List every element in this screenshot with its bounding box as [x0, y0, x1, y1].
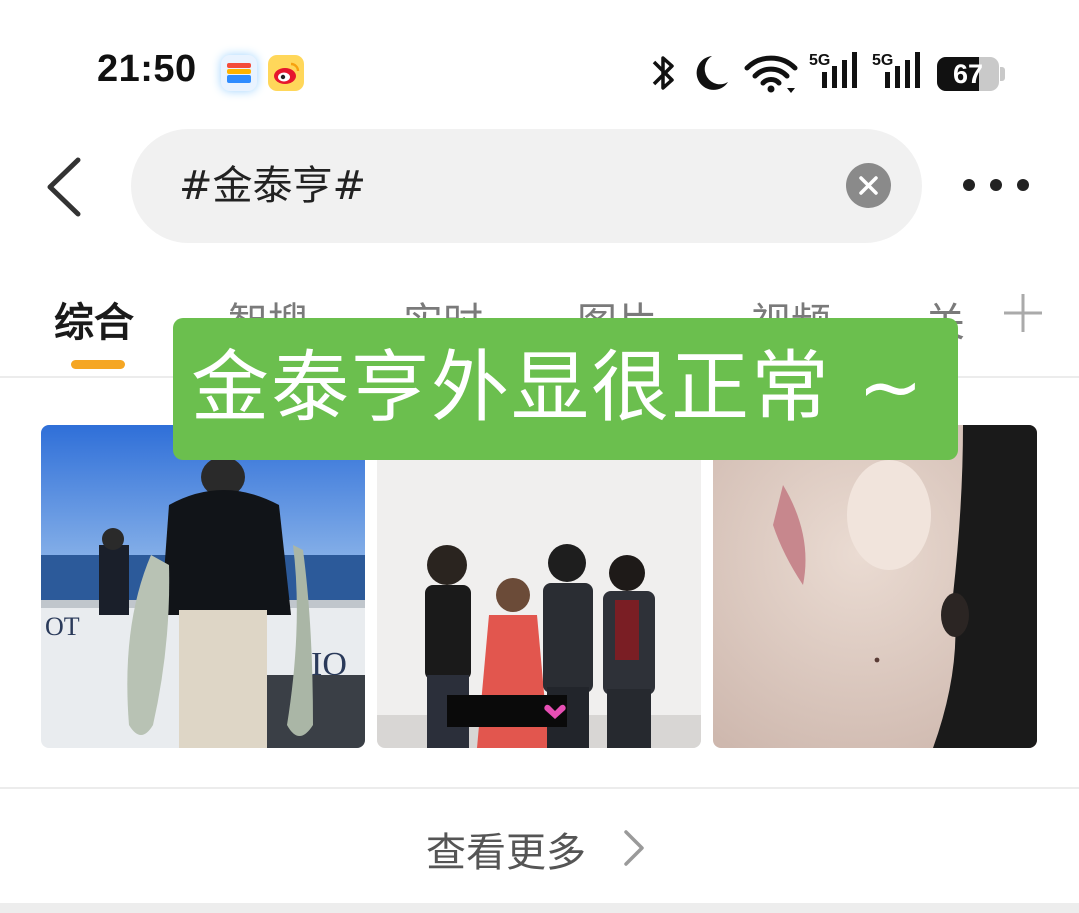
wifi-icon [743, 48, 799, 98]
do-not-disturb-moon-icon [690, 48, 732, 98]
overlay-caption-text: 金泰亨外显很正常 ~ [191, 343, 926, 433]
chevron-right-icon [620, 826, 648, 870]
battery-icon: 67 [937, 57, 1005, 91]
search-result-photo[interactable] [713, 425, 1037, 748]
network-type-label: 5G [809, 52, 830, 69]
network-type-label: 5G [872, 52, 893, 69]
back-button[interactable] [38, 152, 98, 222]
active-tab-indicator [71, 360, 125, 369]
more-dots-icon [963, 179, 1029, 191]
section-separator [0, 903, 1079, 913]
search-input[interactable]: #金泰亨# [131, 129, 922, 243]
divider [0, 787, 1079, 789]
overlay-caption: 金泰亨外显很正常 ~ [173, 318, 958, 460]
cellular-signal-icon: 5G [871, 48, 923, 98]
search-result-photo[interactable]: OT IO [41, 425, 365, 748]
status-bar: 21:50 5G 5G 67 [0, 0, 1079, 130]
photo-face-closeup [713, 425, 1037, 748]
photo-man-holding-fish: OT IO [41, 425, 365, 748]
search-query-text[interactable]: #金泰亨# [179, 159, 366, 213]
plus-icon [1004, 294, 1042, 332]
clear-search-button[interactable] [846, 163, 891, 208]
svg-text:OT: OT [45, 612, 80, 641]
photo-group-of-four [377, 425, 701, 748]
wallet-app-icon [221, 55, 257, 91]
search-result-photo[interactable] [377, 425, 701, 748]
cellular-signal-icon: 5G [808, 48, 860, 98]
bluetooth-icon [648, 48, 678, 98]
tab-comprehensive[interactable]: 综合 [54, 290, 134, 348]
battery-level: 67 [952, 59, 984, 89]
more-options-button[interactable] [956, 160, 1040, 210]
chevron-left-icon [47, 157, 81, 217]
close-circle-icon [859, 176, 878, 195]
add-tab-button[interactable] [1000, 290, 1046, 336]
status-time: 21:50 [97, 48, 197, 90]
view-more-button[interactable]: 查看更多 [0, 800, 1079, 895]
view-more-label: 查看更多 [426, 830, 586, 876]
weibo-app-icon [268, 55, 304, 91]
